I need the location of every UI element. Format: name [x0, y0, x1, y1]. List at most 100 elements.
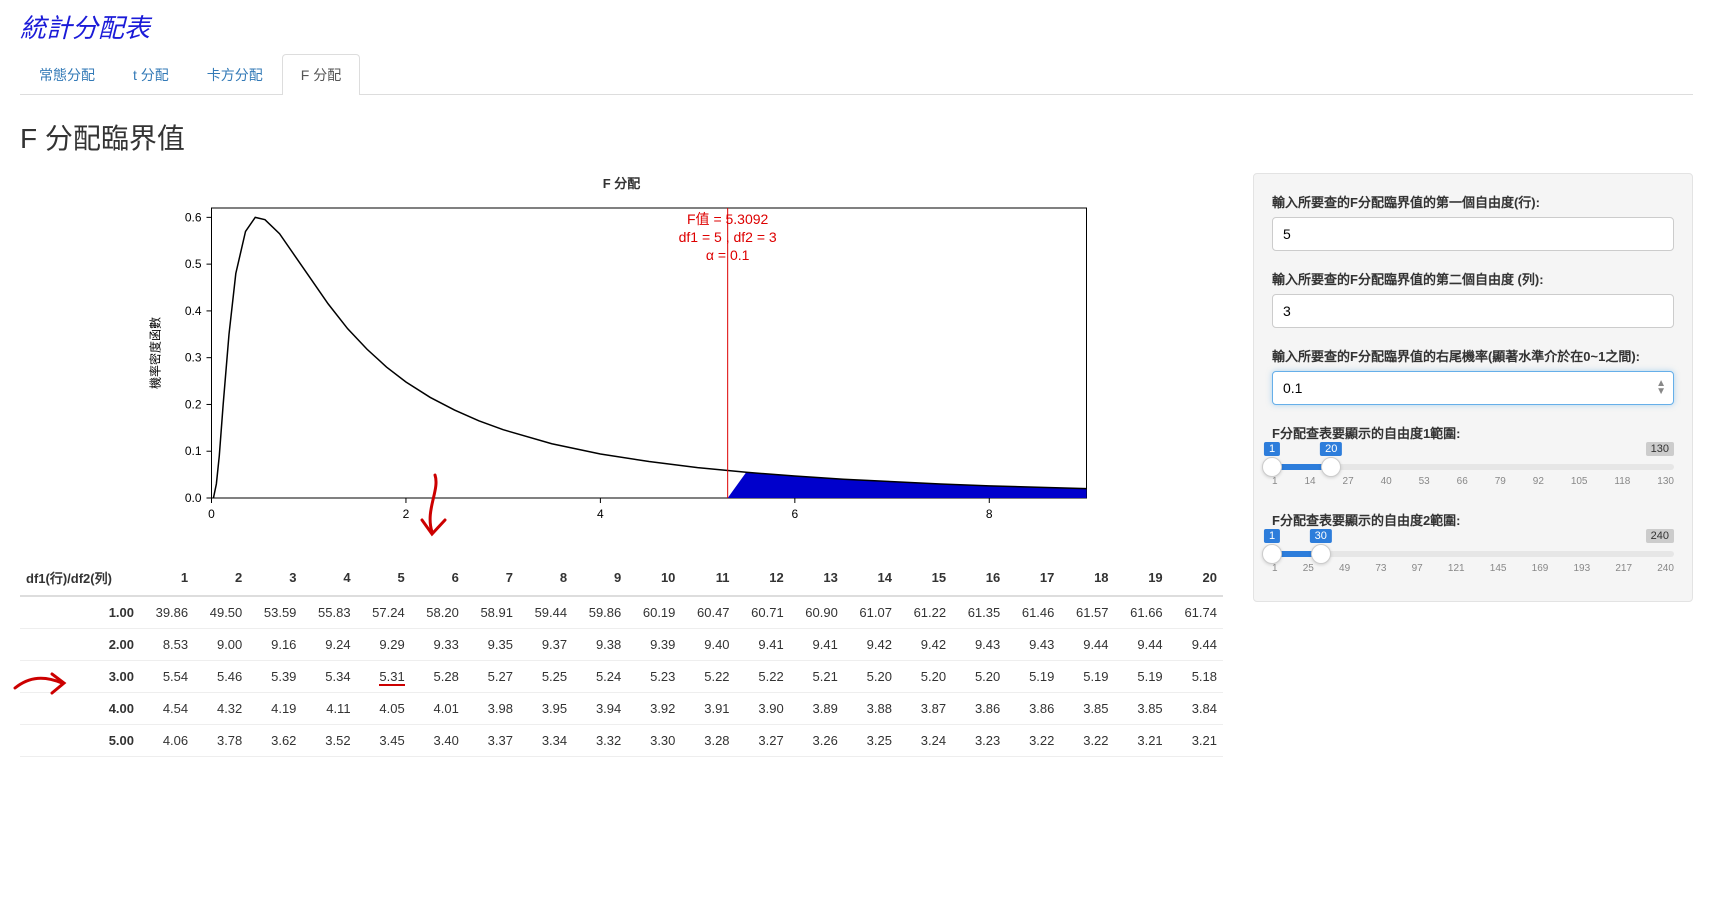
table-cell: 5.31: [357, 661, 411, 693]
table-cell: 5.34: [302, 661, 356, 693]
tab-2[interactable]: 卡方分配: [188, 54, 282, 95]
tab-0[interactable]: 常態分配: [20, 54, 114, 95]
table-cell: 3.27: [736, 725, 790, 757]
table-cell: 3.45: [357, 725, 411, 757]
table-cell: 4.54: [140, 693, 194, 725]
table-cell: 9.29: [357, 629, 411, 661]
table-cell: 9.40: [681, 629, 735, 661]
table-cell: 3.84: [1169, 693, 1223, 725]
svg-text:0.5: 0.5: [185, 257, 202, 271]
tab-3[interactable]: F 分配: [282, 54, 360, 95]
svg-text:機率密度函數: 機率密度函數: [148, 317, 163, 389]
table-cell: 3.98: [465, 693, 519, 725]
df2-input-label: 輸入所要查的F分配臨界值的第二個自由度 (列):: [1272, 269, 1674, 288]
table-cell: 5.24: [573, 661, 627, 693]
table-cell: 3.89: [790, 693, 844, 725]
df1-input[interactable]: [1272, 217, 1674, 251]
table-cell: 3.86: [952, 693, 1006, 725]
df2-input[interactable]: [1272, 294, 1674, 328]
table-cell: 8.53: [140, 629, 194, 661]
table-cell: 61.46: [1006, 596, 1060, 629]
table-cell: 3.91: [681, 693, 735, 725]
table-cell: 3.24: [898, 725, 952, 757]
table-cell: 60.90: [790, 596, 844, 629]
table-cell: 3.21: [1115, 725, 1169, 757]
table-cell: 3.40: [411, 725, 465, 757]
table-cell: 9.38: [573, 629, 627, 661]
table-cell: 3.92: [627, 693, 681, 725]
alpha-input[interactable]: [1272, 371, 1674, 405]
table-cell: 5.25: [519, 661, 573, 693]
table-cell: 58.20: [411, 596, 465, 629]
table-cell: 3.85: [1115, 693, 1169, 725]
table-cell: 5.19: [1115, 661, 1169, 693]
df1-range-slider[interactable]: 120130114274053667992105118130: [1272, 448, 1674, 492]
annotation-arrow-down: [410, 470, 460, 550]
table-cell: 9.43: [952, 629, 1006, 661]
table-cell: 3.88: [844, 693, 898, 725]
table-cell: 9.33: [411, 629, 465, 661]
svg-text:0.1: 0.1: [185, 444, 202, 458]
f-critical-value-table: df1(行)/df2(列)123456789101112131415161718…: [20, 560, 1223, 757]
table-cell: 3.23: [952, 725, 1006, 757]
table-cell: 3.95: [519, 693, 573, 725]
table-cell: 3.26: [790, 725, 844, 757]
svg-text:0.0: 0.0: [185, 491, 202, 505]
svg-text:0.6: 0.6: [185, 210, 202, 224]
table-cell: 9.44: [1169, 629, 1223, 661]
table-cell: 58.91: [465, 596, 519, 629]
table-cell: 4.05: [357, 693, 411, 725]
table-cell: 4.19: [248, 693, 302, 725]
table-cell: 3.21: [1169, 725, 1223, 757]
table-cell: 49.50: [194, 596, 248, 629]
table-cell: 9.44: [1060, 629, 1114, 661]
table-cell: 60.47: [681, 596, 735, 629]
slider-handle-lo[interactable]: [1262, 457, 1282, 477]
table-cell: 9.16: [248, 629, 302, 661]
table-row: 3.005.545.465.395.345.315.285.275.255.24…: [20, 661, 1223, 693]
table-cell: 9.42: [898, 629, 952, 661]
table-cell: 5.39: [248, 661, 302, 693]
chart-title: F 分配: [20, 173, 1223, 192]
f-distribution-chart: 0.00.10.20.30.40.50.602468機率密度函數F值 = 5.3…: [20, 196, 1223, 536]
slider-handle-hi[interactable]: [1311, 544, 1331, 564]
table-cell: 61.66: [1115, 596, 1169, 629]
table-cell: 9.44: [1115, 629, 1169, 661]
stepper-arrows-icon[interactable]: ▲▼: [1656, 380, 1666, 396]
table-cell: 9.39: [627, 629, 681, 661]
table-cell: 3.22: [1006, 725, 1060, 757]
df1-range-label: F分配查表要顯示的自由度1範圍:: [1272, 423, 1674, 442]
svg-text:0: 0: [208, 507, 215, 521]
slider-handle-lo[interactable]: [1262, 544, 1282, 564]
table-cell: 3.52: [302, 725, 356, 757]
table-cell: 4.01: [411, 693, 465, 725]
table-cell: 5.22: [681, 661, 735, 693]
svg-text:0.3: 0.3: [185, 351, 202, 365]
table-cell: 9.00: [194, 629, 248, 661]
svg-text:0.2: 0.2: [185, 397, 202, 411]
table-cell: 5.28: [411, 661, 465, 693]
table-cell: 3.94: [573, 693, 627, 725]
table-cell: 61.57: [1060, 596, 1114, 629]
table-cell: 3.78: [194, 725, 248, 757]
table-cell: 9.37: [519, 629, 573, 661]
svg-text:8: 8: [986, 507, 993, 521]
table-cell: 3.32: [573, 725, 627, 757]
tab-1[interactable]: t 分配: [114, 54, 188, 95]
table-cell: 60.19: [627, 596, 681, 629]
df2-range-slider[interactable]: 130240125497397121145169193217240: [1272, 535, 1674, 579]
table-cell: 9.41: [736, 629, 790, 661]
table-cell: 53.59: [248, 596, 302, 629]
table-cell: 5.22: [736, 661, 790, 693]
table-cell: 9.35: [465, 629, 519, 661]
table-cell: 4.11: [302, 693, 356, 725]
table-cell: 5.46: [194, 661, 248, 693]
table-cell: 3.90: [736, 693, 790, 725]
slider-handle-hi[interactable]: [1321, 457, 1341, 477]
table-cell: 61.35: [952, 596, 1006, 629]
table-cell: 3.85: [1060, 693, 1114, 725]
table-cell: 3.34: [519, 725, 573, 757]
controls-panel: 輸入所要查的F分配臨界值的第一個自由度(行): 輸入所要查的F分配臨界值的第二個…: [1253, 173, 1693, 602]
svg-text:F值 = 5.3092: F值 = 5.3092: [687, 211, 769, 227]
alpha-input-label: 輸入所要查的F分配臨界值的右尾機率(顯著水準介於在0~1之間):: [1272, 346, 1674, 365]
